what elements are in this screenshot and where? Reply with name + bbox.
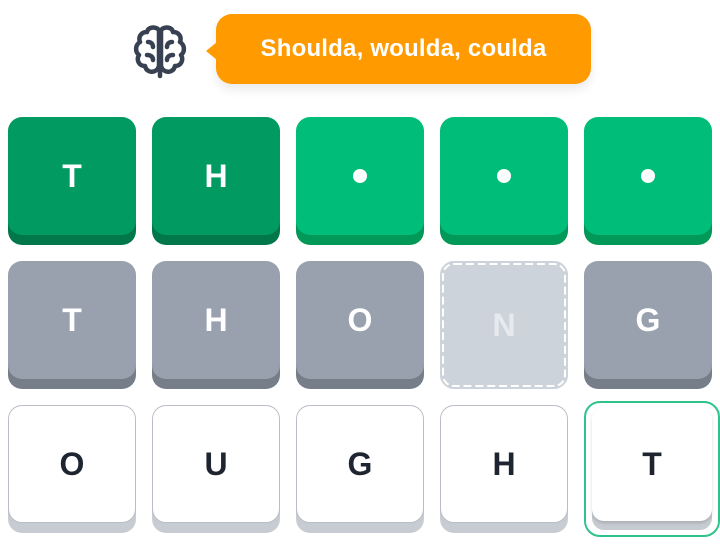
choice-letter: U — [204, 445, 228, 482]
guess-tile[interactable]: G — [584, 261, 712, 379]
guess-letter: N — [492, 306, 516, 343]
hidden-answer-tile — [296, 117, 424, 235]
choice-letter: T — [642, 445, 662, 482]
selected-letter-choice-tile[interactable]: T — [584, 401, 720, 537]
guess-letter: G — [635, 301, 661, 338]
letter-choice-tile[interactable]: G — [296, 405, 424, 523]
guess-letter: T — [62, 301, 82, 338]
letter-choice-tile[interactable]: O — [8, 405, 136, 523]
brain-icon[interactable] — [130, 20, 190, 80]
answer-tile: T — [8, 117, 136, 235]
selected-tile-face[interactable]: T — [592, 407, 712, 521]
letter-choice-tile[interactable]: H — [440, 405, 568, 523]
answer-letter: H — [204, 157, 228, 194]
answer-row: T H — [8, 117, 720, 245]
guess-tile[interactable]: H — [152, 261, 280, 379]
guess-letter: O — [347, 301, 373, 338]
choice-letter: H — [492, 445, 516, 482]
hidden-answer-tile — [440, 117, 568, 235]
hidden-dot-icon — [353, 169, 367, 183]
letter-choice-tile[interactable]: U — [152, 405, 280, 523]
choice-letter: G — [347, 445, 373, 482]
answer-letter: T — [62, 157, 82, 194]
hint-message: Shoulda, woulda, coulda — [260, 35, 547, 62]
hint-bubble: Shoulda, woulda, coulda — [206, 14, 591, 84]
answer-tile: H — [152, 117, 280, 235]
guess-row: T H O N G — [8, 261, 720, 389]
letter-choices-row: O U G H T — [8, 401, 720, 537]
guess-letter: H — [204, 301, 228, 338]
guess-tile-placeholder[interactable]: N — [440, 261, 568, 389]
choice-letter: O — [59, 445, 85, 482]
hint-header: Shoulda, woulda, coulda — [0, 0, 720, 100]
guess-tile[interactable]: T — [8, 261, 136, 379]
hidden-dot-icon — [641, 169, 655, 183]
guess-tile[interactable]: O — [296, 261, 424, 379]
hidden-dot-icon — [497, 169, 511, 183]
hidden-answer-tile — [584, 117, 712, 235]
